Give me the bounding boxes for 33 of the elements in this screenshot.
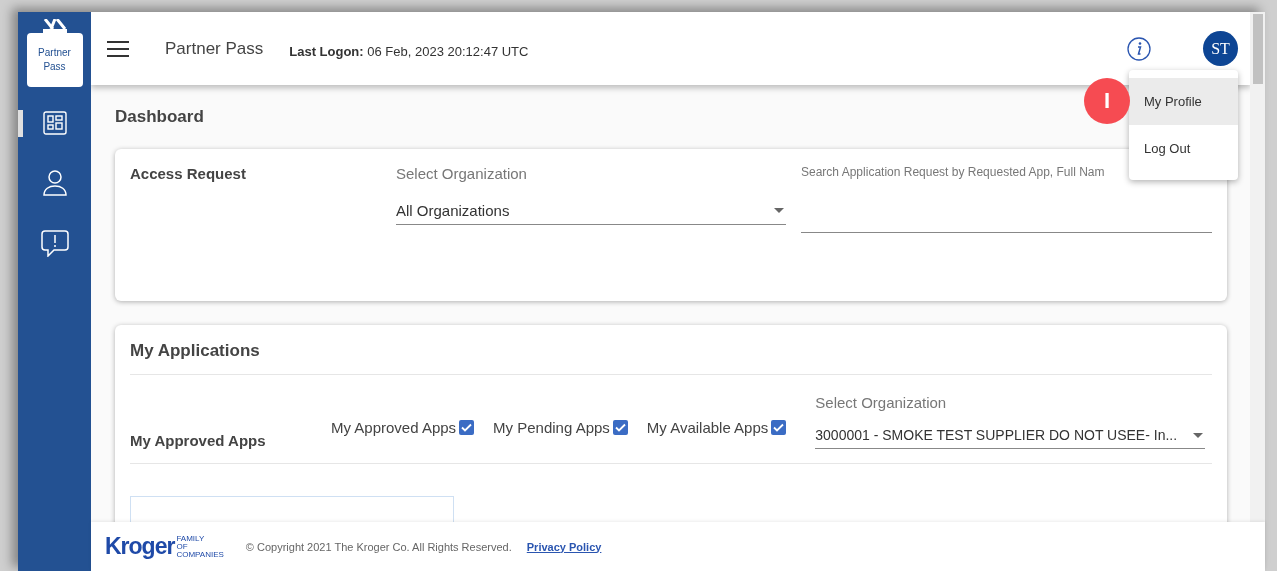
info-icon[interactable] bbox=[1127, 36, 1151, 61]
checkbox-label: My Available Apps bbox=[646, 419, 769, 436]
last-logon-text: Last Logon: 06 Feb, 2023 20:12:47 UTC bbox=[289, 44, 529, 59]
user-avatar[interactable]: ST bbox=[1203, 31, 1238, 66]
section-title: My Approved Apps bbox=[130, 432, 267, 449]
menu-icon[interactable] bbox=[107, 39, 129, 58]
scrollbar[interactable] bbox=[1250, 12, 1265, 522]
page-title: Dashboard bbox=[115, 107, 205, 127]
person-icon bbox=[42, 170, 67, 196]
card-title: Access Request bbox=[130, 165, 247, 184]
copyright-text: © Copyright 2021 The Kroger Co. All Rights Reserved. bbox=[245, 540, 512, 553]
feedback-icon bbox=[40, 229, 69, 257]
partner-pass-logo: Partner Pass bbox=[26, 19, 83, 87]
card-title: My Applications bbox=[130, 341, 1212, 375]
organization-dropdown[interactable]: 3000001 - SMOKE TEST SUPPLIER DO NOT USEE- In... bbox=[815, 427, 1206, 449]
checkbox-label: My Approved Apps bbox=[331, 419, 457, 436]
menu-item[interactable]: Log Out bbox=[1129, 125, 1238, 172]
organization-dropdown[interactable]: All Organizations bbox=[396, 202, 786, 225]
dropdown-caret-icon bbox=[774, 208, 784, 213]
field-label: Select Organization bbox=[815, 394, 948, 411]
menu-item[interactable]: My Profile bbox=[1129, 78, 1238, 125]
checkbox[interactable] bbox=[459, 420, 475, 435]
checkbox[interactable] bbox=[771, 420, 787, 435]
field-label: Search Application Request by Requested App, Full Nam bbox=[801, 165, 1106, 179]
field-label: Select Organization bbox=[396, 165, 528, 182]
logo-tagline: FAMILY OF COMPANIES bbox=[176, 534, 224, 559]
checkbox[interactable] bbox=[612, 420, 628, 435]
dashboard-icon bbox=[42, 111, 67, 135]
app-name: Partner Pass bbox=[165, 38, 264, 59]
kroger-logo: Kroger bbox=[105, 533, 175, 560]
privacy-policy-link[interactable]: Privacy Policy bbox=[526, 540, 602, 553]
checkbox-label: My Pending Apps bbox=[493, 419, 610, 436]
dropdown-caret-icon bbox=[1193, 432, 1204, 438]
